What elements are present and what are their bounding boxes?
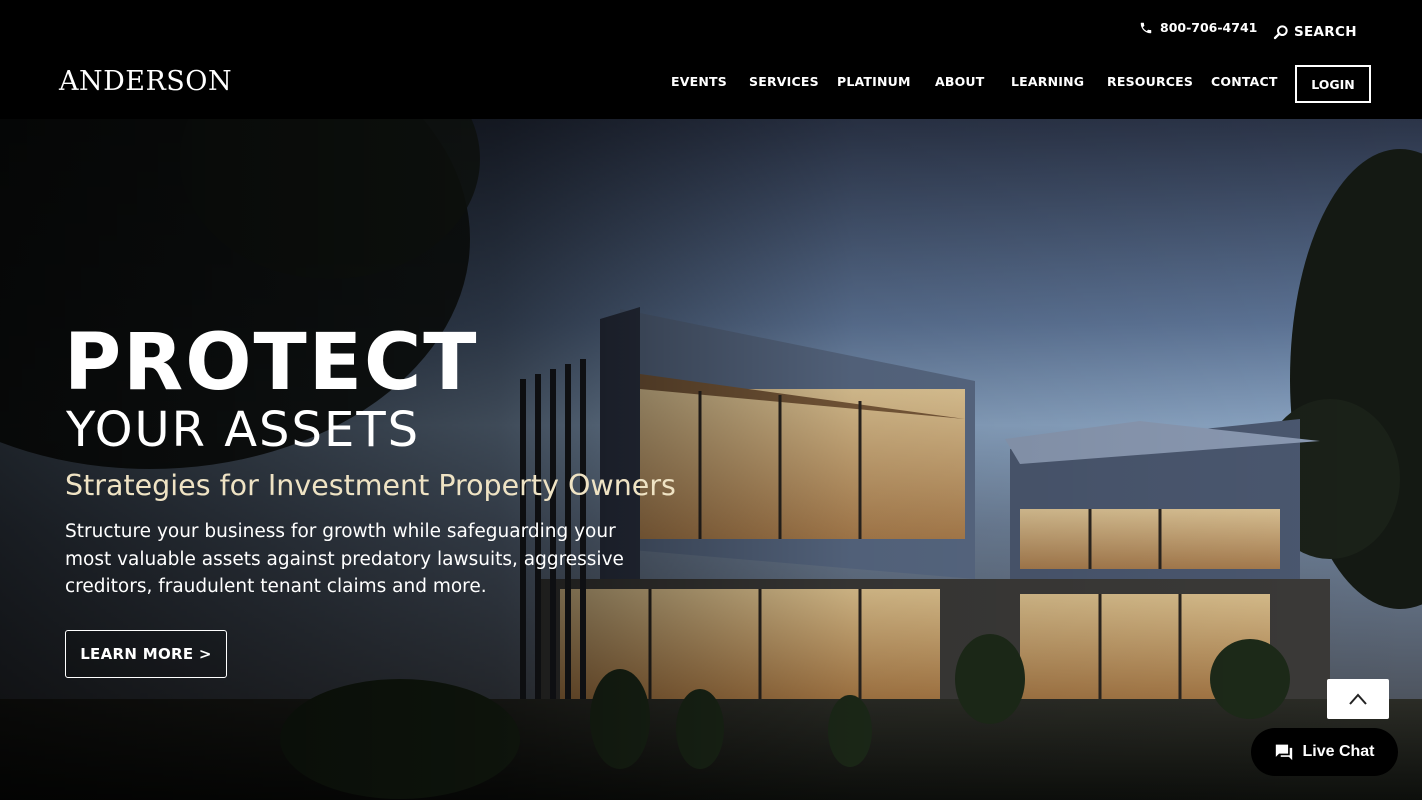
- hero-subheading: Strategies for Investment Property Owner…: [65, 469, 676, 502]
- login-button[interactable]: LOGIN: [1295, 65, 1371, 103]
- search-label: SEARCH: [1294, 24, 1357, 40]
- learn-more-button[interactable]: LEARN MORE >: [65, 630, 227, 678]
- hero-headline: PROTECT: [64, 318, 479, 408]
- chevron-up-icon: [1349, 693, 1367, 705]
- hero-overlay: [0, 119, 1422, 800]
- nav-item-learning[interactable]: LEARNING: [1011, 74, 1084, 89]
- search-icon: [1273, 25, 1288, 40]
- live-chat-button[interactable]: Live Chat: [1251, 728, 1398, 776]
- hero-section: PROTECT YOUR ASSETS Strategies for Inves…: [0, 119, 1422, 800]
- hero-headline-secondary: YOUR ASSETS: [66, 402, 421, 458]
- phone-number: 800-706-4741: [1160, 20, 1258, 35]
- nav-item-services[interactable]: SERVICES: [749, 74, 819, 89]
- hero-description: Structure your business for growth while…: [65, 521, 624, 597]
- nav-item-platinum[interactable]: PLATINUM: [837, 74, 911, 89]
- nav-item-events[interactable]: EVENTS: [671, 74, 727, 89]
- nav-item-contact[interactable]: CONTACT: [1211, 74, 1278, 89]
- nav-item-about[interactable]: ABOUT: [935, 74, 985, 89]
- search-button[interactable]: SEARCH: [1273, 24, 1357, 40]
- live-chat-label: Live Chat: [1302, 743, 1375, 760]
- chat-icon: [1276, 744, 1293, 761]
- phone-link[interactable]: 800-706-4741: [1139, 20, 1257, 35]
- scroll-to-top-button[interactable]: [1327, 679, 1389, 719]
- site-header: ANDERSON 800-706-4741 SEARCH EVENTS SERV…: [0, 0, 1422, 119]
- logo[interactable]: ANDERSON: [59, 66, 232, 97]
- phone-icon: [1140, 22, 1152, 33]
- nav-item-resources[interactable]: RESOURCES: [1107, 74, 1193, 89]
